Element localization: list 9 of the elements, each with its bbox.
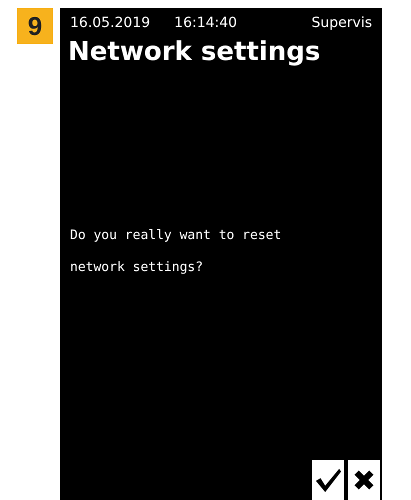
user-text: Supervis: [312, 14, 372, 33]
checkmark-icon: [314, 466, 342, 494]
time-text: 16:14:40: [174, 14, 238, 33]
cancel-button[interactable]: [348, 460, 380, 500]
message-text: Do you really want to reset network settings?: [69, 227, 282, 277]
step-badge: 9: [17, 8, 53, 44]
date-text: 16.05.2019: [70, 14, 150, 33]
confirm-button[interactable]: [312, 460, 344, 500]
screen-title: Network settings: [67, 36, 322, 69]
